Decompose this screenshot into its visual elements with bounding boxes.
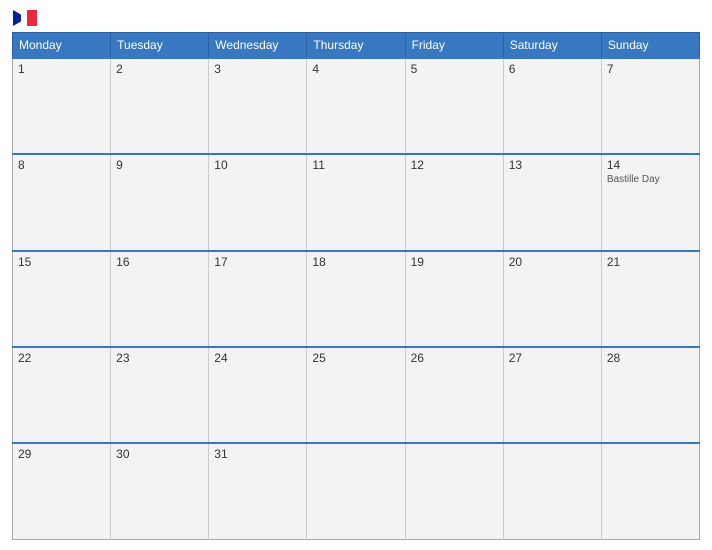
calendar-cell: 19 (405, 251, 503, 347)
week-row-3: 15 16 17 18 19 20 21 (13, 251, 700, 347)
week-row-5: 29 30 31 (13, 443, 700, 539)
day-number: 25 (312, 351, 399, 365)
day-number: 15 (18, 255, 105, 269)
weekday-monday: Monday (13, 33, 111, 59)
calendar-cell: 26 (405, 347, 503, 443)
calendar-cell: 9 (111, 154, 209, 250)
calendar-cell: 29 (13, 443, 111, 539)
calendar-cell: 1 (13, 58, 111, 154)
week-row-1: 1234567 (13, 58, 700, 154)
day-number: 8 (18, 158, 105, 172)
day-number: 22 (18, 351, 105, 365)
week-row-4: 22 23 24 25 26 27 28 (13, 347, 700, 443)
day-number: 3 (214, 62, 301, 76)
day-number: 27 (509, 351, 596, 365)
day-number: 5 (411, 62, 498, 76)
calendar-cell (601, 443, 699, 539)
week-row-2: 89 10 11 12 13 14 Bastille Day (13, 154, 700, 250)
calendar-cell: 24 (209, 347, 307, 443)
calendar-cell: 15 (13, 251, 111, 347)
flag-icon (13, 10, 37, 26)
calendar-cell: 30 (111, 443, 209, 539)
calendar-cell: 4 (307, 58, 405, 154)
weekday-wednesday: Wednesday (209, 33, 307, 59)
calendar-cell: 25 (307, 347, 405, 443)
day-number: 2 (116, 62, 203, 76)
day-number: 30 (116, 447, 203, 461)
day-number: 4 (312, 62, 399, 76)
day-number: 24 (214, 351, 301, 365)
calendar-cell: 22 (13, 347, 111, 443)
day-number: 31 (214, 447, 301, 461)
calendar-cell: 28 (601, 347, 699, 443)
calendar-cell: 21 (601, 251, 699, 347)
calendar-cell: 31 (209, 443, 307, 539)
day-number: 11 (312, 158, 399, 172)
weekday-thursday: Thursday (307, 33, 405, 59)
calendar-cell: 2 (111, 58, 209, 154)
weekday-sunday: Sunday (601, 33, 699, 59)
calendar-cell: 10 (209, 154, 307, 250)
day-number: 10 (214, 158, 301, 172)
calendar-cell: 3 (209, 58, 307, 154)
day-number: 16 (116, 255, 203, 269)
weekday-header-row: MondayTuesdayWednesdayThursdayFridaySatu… (13, 33, 700, 59)
calendar-cell: 18 (307, 251, 405, 347)
weekday-friday: Friday (405, 33, 503, 59)
calendar-cell: 12 (405, 154, 503, 250)
event-label: Bastille Day (607, 174, 694, 185)
day-number: 28 (607, 351, 694, 365)
header (12, 10, 700, 26)
calendar-cell: 16 (111, 251, 209, 347)
day-number: 7 (607, 62, 694, 76)
calendar-page: MondayTuesdayWednesdayThursdayFridaySatu… (0, 0, 712, 550)
day-number: 18 (312, 255, 399, 269)
calendar-cell: 20 (503, 251, 601, 347)
day-number: 14 (607, 158, 694, 172)
calendar-body: 1234567891011121314Bastille Day151617181… (13, 58, 700, 540)
calendar-cell: 6 (503, 58, 601, 154)
day-number: 26 (411, 351, 498, 365)
day-number: 17 (214, 255, 301, 269)
calendar-header: MondayTuesdayWednesdayThursdayFridaySatu… (13, 33, 700, 59)
calendar-cell: 14 Bastille Day (601, 154, 699, 250)
logo (12, 10, 37, 26)
calendar-table: MondayTuesdayWednesdayThursdayFridaySatu… (12, 32, 700, 540)
day-number: 20 (509, 255, 596, 269)
calendar-cell (503, 443, 601, 539)
calendar-cell: 5 (405, 58, 503, 154)
day-number: 19 (411, 255, 498, 269)
calendar-cell: 11 (307, 154, 405, 250)
day-number: 29 (18, 447, 105, 461)
calendar-cell: 13 (503, 154, 601, 250)
day-number: 12 (411, 158, 498, 172)
calendar-cell: 23 (111, 347, 209, 443)
calendar-cell: 7 (601, 58, 699, 154)
weekday-saturday: Saturday (503, 33, 601, 59)
weekday-tuesday: Tuesday (111, 33, 209, 59)
calendar-cell: 27 (503, 347, 601, 443)
calendar-cell (405, 443, 503, 539)
day-number: 1 (18, 62, 105, 76)
day-number: 13 (509, 158, 596, 172)
calendar-cell (307, 443, 405, 539)
calendar-cell: 8 (13, 154, 111, 250)
day-number: 6 (509, 62, 596, 76)
day-number: 21 (607, 255, 694, 269)
day-number: 23 (116, 351, 203, 365)
calendar-cell: 17 (209, 251, 307, 347)
day-number: 9 (116, 158, 203, 172)
